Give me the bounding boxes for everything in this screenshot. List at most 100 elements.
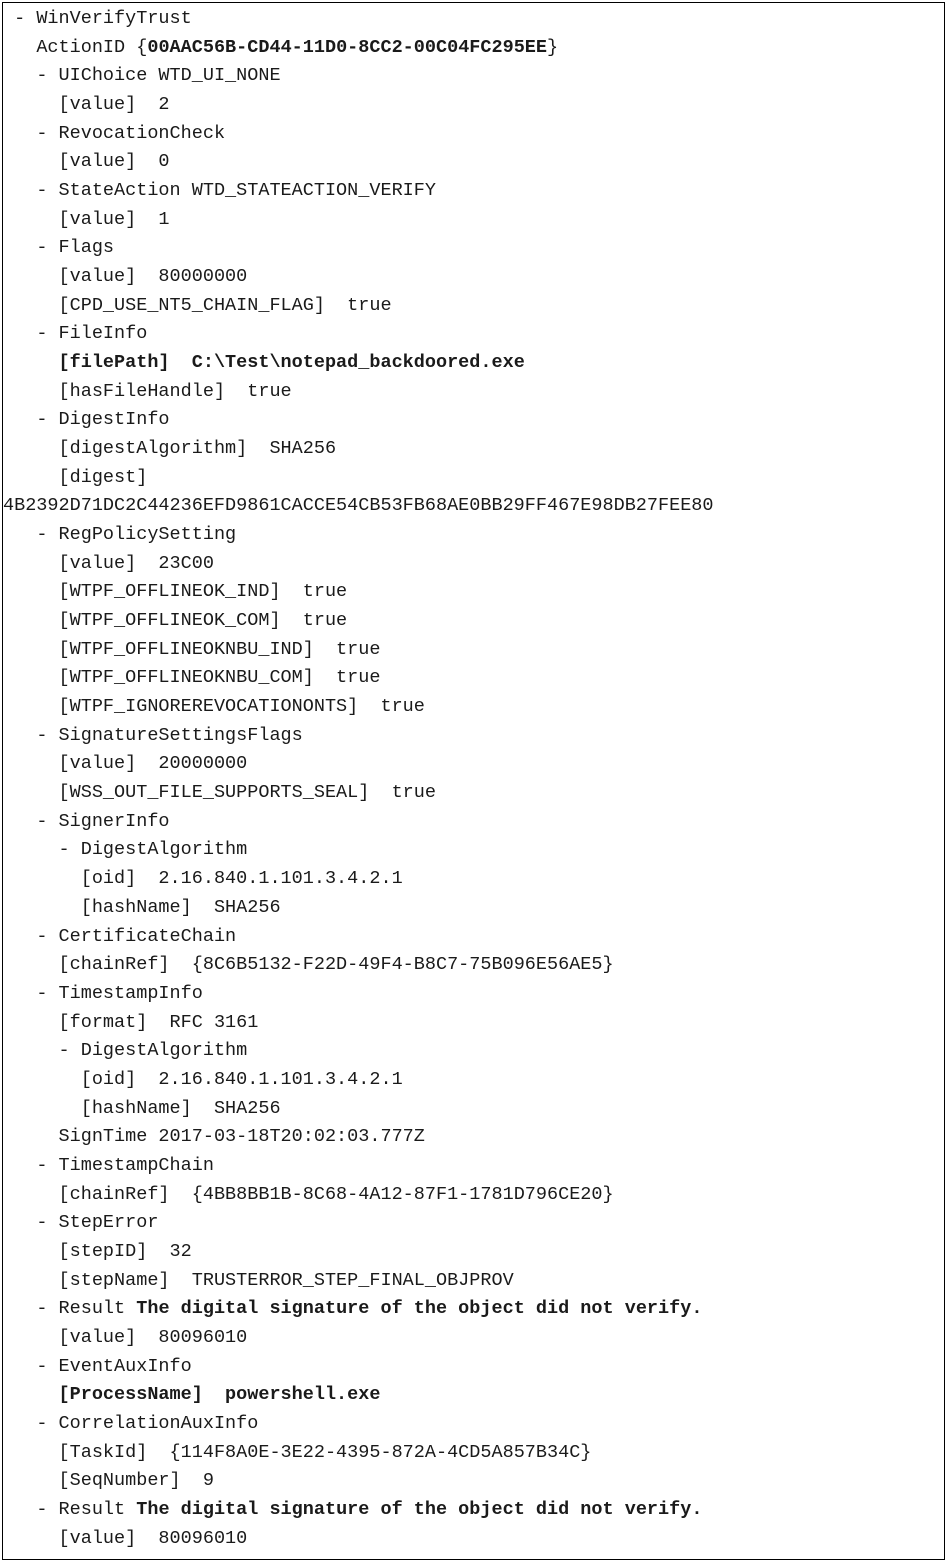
log-line: [stepName] TRUSTERROR_STEP_FINAL_OBJPROV <box>3 1267 944 1296</box>
log-text: [stepName] TRUSTERROR_STEP_FINAL_OBJPROV <box>59 1270 514 1291</box>
log-text: [value] 2 <box>59 94 170 115</box>
log-line: [value] 2 <box>3 91 944 120</box>
log-text: [oid] 2.16.840.1.101.3.4.2.1 <box>81 868 403 889</box>
log-text: [TaskId] {114F8A0E-3E22-4395-872A-4CD5A8… <box>59 1442 592 1463</box>
log-line: [WTPF_OFFLINEOK_COM] true <box>3 607 944 636</box>
log-line: [value] 80000000 <box>3 263 944 292</box>
log-text: - UIChoice WTD_UI_NONE <box>36 65 280 86</box>
log-text: [value] 20000000 <box>59 753 248 774</box>
log-text: - Result <box>36 1499 136 1520</box>
log-line: [hashName] SHA256 <box>3 1095 944 1124</box>
log-line: - StateAction WTD_STATEACTION_VERIFY <box>3 177 944 206</box>
log-line: - RegPolicySetting <box>3 521 944 550</box>
log-text: [value] 23C00 <box>59 553 214 574</box>
log-text: The digital signature of the object did … <box>136 1298 702 1319</box>
log-text: ActionID { <box>36 37 147 58</box>
log-text: } <box>547 37 558 58</box>
log-line: [SeqNumber] 9 <box>3 1467 944 1496</box>
log-output-block: - WinVerifyTrust ActionID {00AAC56B-CD44… <box>2 2 945 1560</box>
log-line: [WTPF_OFFLINEOKNBU_COM] true <box>3 664 944 693</box>
log-text: [value] 80096010 <box>59 1528 248 1549</box>
log-line: [hashName] SHA256 <box>3 894 944 923</box>
log-text: [chainRef] {4BB8BB1B-8C68-4A12-87F1-1781… <box>59 1184 614 1205</box>
log-text: - TimestampChain <box>36 1155 214 1176</box>
log-text: - EventAuxInfo <box>36 1356 191 1377</box>
log-line: - Result The digital signature of the ob… <box>3 1295 944 1324</box>
log-text: - CorrelationAuxInfo <box>36 1413 258 1434</box>
log-line: [filePath] C:\Test\notepad_backdoored.ex… <box>3 349 944 378</box>
log-text: [hashName] SHA256 <box>81 897 281 918</box>
log-line: - UIChoice WTD_UI_NONE <box>3 62 944 91</box>
log-text: - RegPolicySetting <box>36 524 236 545</box>
log-text: [value] 0 <box>59 151 170 172</box>
log-text: [value] 1 <box>59 209 170 230</box>
log-line: - FileInfo <box>3 320 944 349</box>
log-text: - FileInfo <box>36 323 147 344</box>
log-line: [WTPF_IGNOREREVOCATIONONTS] true <box>3 693 944 722</box>
log-text: The digital signature of the object did … <box>136 1499 702 1520</box>
log-text: 4B2392D71DC2C44236EFD9861CACCE54CB53FB68… <box>3 495 714 516</box>
log-line: - Flags <box>3 234 944 263</box>
log-text: [stepID] 32 <box>59 1241 192 1262</box>
log-text: - DigestInfo <box>36 409 169 430</box>
log-line: - SignerInfo <box>3 808 944 837</box>
log-line: [oid] 2.16.840.1.101.3.4.2.1 <box>3 865 944 894</box>
log-line: [hasFileHandle] true <box>3 378 944 407</box>
log-line: - DigestAlgorithm <box>3 1037 944 1066</box>
log-line: - WinVerifyTrust <box>3 5 944 34</box>
log-line: [value] 0 <box>3 148 944 177</box>
log-text: - DigestAlgorithm <box>59 839 248 860</box>
log-text: - Result <box>36 1298 136 1319</box>
log-text: SignTime 2017-03-18T20:02:03.777Z <box>59 1126 425 1147</box>
log-text: 00AAC56B-CD44-11D0-8CC2-00C04FC295EE <box>147 37 547 58</box>
log-text: - TimestampInfo <box>36 983 203 1004</box>
log-line: - TimestampChain <box>3 1152 944 1181</box>
log-text: - StepError <box>36 1212 158 1233</box>
log-text: - SignerInfo <box>36 811 169 832</box>
log-text: [SeqNumber] 9 <box>59 1470 214 1491</box>
log-line: [TaskId] {114F8A0E-3E22-4395-872A-4CD5A8… <box>3 1439 944 1468</box>
log-line: - DigestAlgorithm <box>3 836 944 865</box>
log-text: [format] RFC 3161 <box>59 1012 259 1033</box>
log-line: [WTPF_OFFLINEOK_IND] true <box>3 578 944 607</box>
log-text: - WinVerifyTrust <box>14 8 192 29</box>
log-text: - SignatureSettingsFlags <box>36 725 302 746</box>
log-line: - DigestInfo <box>3 406 944 435</box>
log-line: - CertificateChain <box>3 923 944 952</box>
log-text: [WSS_OUT_FILE_SUPPORTS_SEAL] true <box>59 782 436 803</box>
log-line: [stepID] 32 <box>3 1238 944 1267</box>
log-line: [digestAlgorithm] SHA256 <box>3 435 944 464</box>
log-text: - CertificateChain <box>36 926 236 947</box>
log-line: [format] RFC 3161 <box>3 1009 944 1038</box>
log-line: [value] 1 <box>3 206 944 235</box>
log-line: [WTPF_OFFLINEOKNBU_IND] true <box>3 636 944 665</box>
log-text: [WTPF_OFFLINEOKNBU_IND] true <box>59 639 381 660</box>
log-text: [hashName] SHA256 <box>81 1098 281 1119</box>
log-text: [oid] 2.16.840.1.101.3.4.2.1 <box>81 1069 403 1090</box>
log-line: [value] 80096010 <box>3 1324 944 1353</box>
log-line: - EventAuxInfo <box>3 1353 944 1382</box>
log-text: [digest] <box>59 467 148 488</box>
log-text: [WTPF_OFFLINEOK_IND] true <box>59 581 348 602</box>
log-line: [CPD_USE_NT5_CHAIN_FLAG] true <box>3 292 944 321</box>
log-line: ActionID {00AAC56B-CD44-11D0-8CC2-00C04F… <box>3 34 944 63</box>
log-text: [filePath] C:\Test\notepad_backdoored.ex… <box>59 352 525 373</box>
log-line: [ProcessName] powershell.exe <box>3 1381 944 1410</box>
log-line: [value] 23C00 <box>3 550 944 579</box>
log-line: - CorrelationAuxInfo <box>3 1410 944 1439</box>
log-line: [oid] 2.16.840.1.101.3.4.2.1 <box>3 1066 944 1095</box>
log-text: [CPD_USE_NT5_CHAIN_FLAG] true <box>59 295 392 316</box>
log-text: [hasFileHandle] true <box>59 381 292 402</box>
log-line: [digest] <box>3 464 944 493</box>
log-line: [value] 20000000 <box>3 750 944 779</box>
log-text: - Flags <box>36 237 114 258</box>
log-line: - SignatureSettingsFlags <box>3 722 944 751</box>
log-line: - StepError <box>3 1209 944 1238</box>
log-text: - RevocationCheck <box>36 123 225 144</box>
log-text: [ProcessName] powershell.exe <box>59 1384 381 1405</box>
log-text: [value] 80000000 <box>59 266 248 287</box>
log-text: [WTPF_OFFLINEOKNBU_COM] true <box>59 667 381 688</box>
log-line: [chainRef] {4BB8BB1B-8C68-4A12-87F1-1781… <box>3 1181 944 1210</box>
log-line: [WSS_OUT_FILE_SUPPORTS_SEAL] true <box>3 779 944 808</box>
log-line: - Result The digital signature of the ob… <box>3 1496 944 1525</box>
